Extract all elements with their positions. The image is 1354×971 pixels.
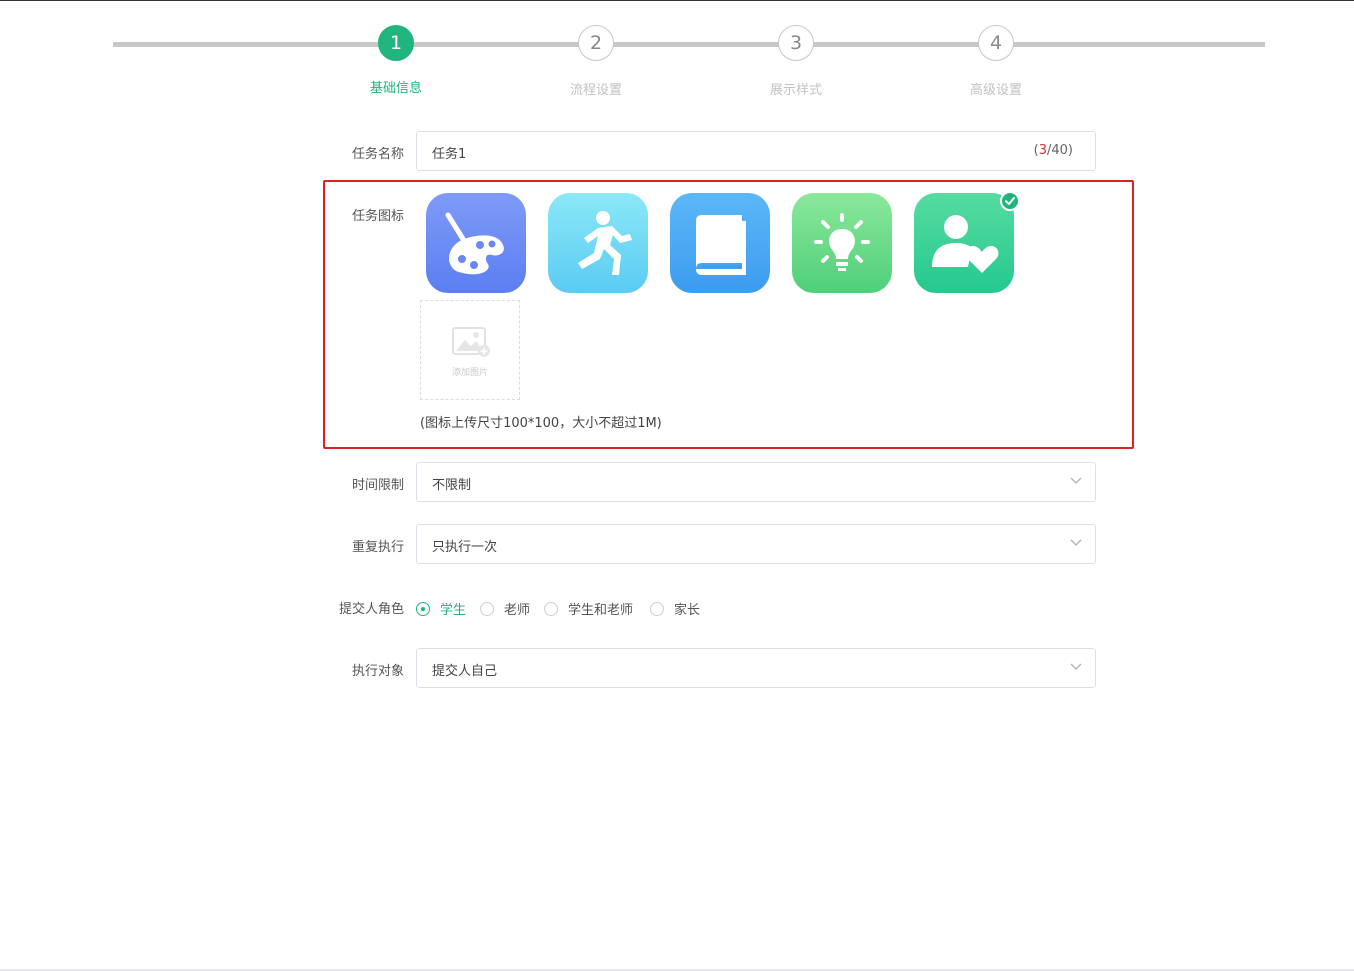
step-number: 3 xyxy=(778,25,814,61)
step-label: 高级设置 xyxy=(969,83,1022,98)
palette-icon[interactable] xyxy=(426,193,526,293)
step-label: 流程设置 xyxy=(569,83,622,98)
person-heart-icon[interactable] xyxy=(914,193,1014,293)
time-limit-select[interactable]: 不限制 xyxy=(416,462,1096,502)
image-placeholder-icon xyxy=(452,327,490,357)
lightbulb-icon[interactable] xyxy=(792,193,892,293)
char-counter-current: 3 xyxy=(1038,143,1047,158)
task-name-label: 任务名称 xyxy=(351,147,404,162)
radio-parent[interactable]: 家长 xyxy=(650,599,700,618)
radio-circle xyxy=(544,601,558,616)
radio-label: 学生和老师 xyxy=(568,603,634,618)
radio-label: 学生 xyxy=(440,603,467,618)
submitter-role-label: 提交人角色 xyxy=(338,602,404,617)
target-label: 执行对象 xyxy=(351,664,404,679)
steps-progress-track xyxy=(113,42,1265,47)
selected-check-icon xyxy=(1000,191,1020,211)
target-value: 提交人自己 xyxy=(432,664,498,679)
step-number: 1 xyxy=(378,25,414,61)
radio-student-and-teacher[interactable]: 学生和老师 xyxy=(544,599,633,618)
running-person-icon[interactable] xyxy=(548,193,648,293)
radio-teacher[interactable]: 老师 xyxy=(480,599,530,618)
radio-circle xyxy=(650,601,664,616)
add-image-label: 添加图片 xyxy=(451,368,488,378)
radio-label: 家长 xyxy=(674,603,701,618)
radio-label: 老师 xyxy=(504,603,531,618)
chevron-down-icon xyxy=(1070,663,1082,670)
radio-circle xyxy=(480,601,494,616)
step-label: 基础信息 xyxy=(369,81,422,96)
char-counter: (3/40) xyxy=(1033,143,1073,158)
top-border xyxy=(0,0,1354,1)
chevron-down-icon xyxy=(1070,477,1082,484)
book-icon[interactable] xyxy=(670,193,770,293)
chevron-down-icon xyxy=(1070,539,1082,546)
icon-size-hint: (图标上传尺寸100*100，大小不超过1M) xyxy=(420,416,662,431)
step-label: 展示样式 xyxy=(769,83,822,98)
step-2[interactable]: 2 流程设置 xyxy=(546,25,646,98)
repeat-value: 只执行一次 xyxy=(432,540,498,555)
step-number: 4 xyxy=(978,25,1014,61)
time-limit-value: 不限制 xyxy=(432,478,472,493)
step-4[interactable]: 4 高级设置 xyxy=(946,25,1046,98)
step-1[interactable]: 1 基础信息 xyxy=(346,25,446,96)
step-number: 2 xyxy=(578,25,614,61)
step-3[interactable]: 3 展示样式 xyxy=(746,25,846,98)
radio-student[interactable]: 学生 xyxy=(416,599,466,618)
time-limit-label: 时间限制 xyxy=(351,478,404,493)
repeat-label: 重复执行 xyxy=(351,540,404,555)
radio-circle xyxy=(416,601,430,616)
task-name-input[interactable]: 任务1 (3/40) xyxy=(416,131,1096,171)
repeat-select[interactable]: 只执行一次 xyxy=(416,524,1096,564)
target-select[interactable]: 提交人自己 xyxy=(416,648,1096,688)
task-icon-label: 任务图标 xyxy=(351,209,404,224)
task-name-value: 任务1 xyxy=(432,147,467,162)
add-image-button[interactable]: 添加图片 xyxy=(420,300,520,400)
